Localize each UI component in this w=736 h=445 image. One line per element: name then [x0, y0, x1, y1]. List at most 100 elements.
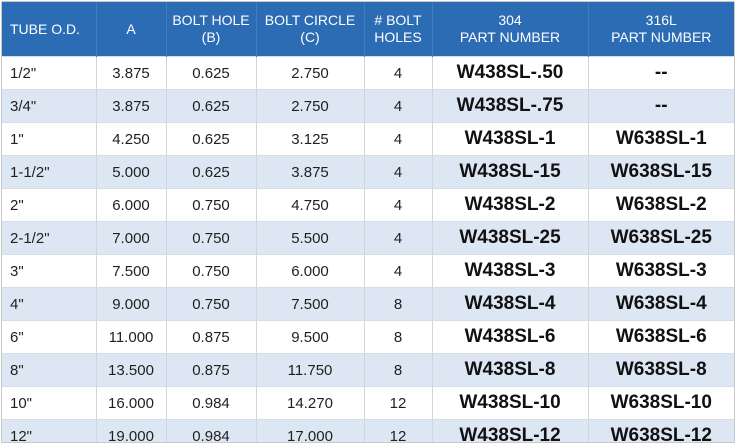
- table-row: 6" 11.000 0.875 9.500 8 W438SL-6 W638SL-6: [2, 320, 734, 354]
- cell-tube-od: 8": [2, 353, 97, 387]
- cell-tube-od: 12": [2, 419, 97, 442]
- cell-304-part-number: W438SL-.50: [432, 56, 589, 90]
- header-a: A: [96, 2, 167, 57]
- cell-bolt-circle: 9.500: [256, 320, 365, 354]
- table-body: 1/2" 3.875 0.625 2.750 4 W438SL-.50 -- 3/4" 3.87…: [2, 56, 734, 442]
- table-row: 1-1/2" 5.000 0.625 3.875 4 W438SL-15 W638SL-15: [2, 155, 734, 189]
- cell-bolt-hole: 0.984: [166, 386, 257, 420]
- cell-tube-od: 4": [2, 287, 97, 321]
- header-316l-line1: 316L: [645, 12, 677, 28]
- cell-a: 16.000: [96, 386, 167, 420]
- header-316l-part-number: 316L PART NUMBER: [588, 2, 734, 57]
- cell-304-part-number: W438SL-8: [432, 353, 589, 387]
- cell-bolt-circle: 17.000: [256, 419, 365, 442]
- cell-bolt-hole: 0.750: [166, 254, 257, 288]
- cell-316l-part-number: W638SL-25: [588, 221, 734, 255]
- header-a-line1: A: [126, 20, 136, 37]
- cell-bolt-hole: 0.875: [166, 353, 257, 387]
- cell-bolt-circle: 14.270: [256, 386, 365, 420]
- table-row: 3" 7.500 0.750 6.000 4 W438SL-3 W638SL-3: [2, 254, 734, 288]
- cell-bolt-holes: 4: [364, 56, 433, 90]
- cell-tube-od: 1/2": [2, 56, 97, 90]
- cell-bolt-circle: 11.750: [256, 353, 365, 387]
- cell-a: 9.000: [96, 287, 167, 321]
- cell-bolt-hole: 0.625: [166, 155, 257, 189]
- cell-tube-od: 10": [2, 386, 97, 420]
- cell-316l-part-number: W638SL-15: [588, 155, 734, 189]
- cell-a: 3.875: [96, 89, 167, 123]
- cell-bolt-circle: 5.500: [256, 221, 365, 255]
- cell-a: 6.000: [96, 188, 167, 222]
- cell-bolt-circle: 3.125: [256, 122, 365, 156]
- table-header: TUBE O.D. A BOLT HOLE (B) BOLT CIRCLE (C…: [2, 2, 734, 57]
- cell-a: 3.875: [96, 56, 167, 90]
- table-row: 10" 16.000 0.984 14.270 12 W438SL-10 W638SL-10: [2, 386, 734, 420]
- header-316l-line2: PART NUMBER: [611, 29, 712, 45]
- cell-a: 7.000: [96, 221, 167, 255]
- cell-bolt-holes: 4: [364, 254, 433, 288]
- cell-bolt-circle: 4.750: [256, 188, 365, 222]
- cell-316l-part-number: W638SL-12: [588, 419, 734, 442]
- table-row: 3/4" 3.875 0.625 2.750 4 W438SL-.75 --: [2, 89, 734, 123]
- cell-bolt-hole: 0.750: [166, 221, 257, 255]
- cell-bolt-circle: 6.000: [256, 254, 365, 288]
- header-bolt-hole: BOLT HOLE (B): [166, 2, 257, 57]
- cell-tube-od: 3/4": [2, 89, 97, 123]
- table-row: 8" 13.500 0.875 11.750 8 W438SL-8 W638SL-8: [2, 353, 734, 387]
- cell-tube-od: 3": [2, 254, 97, 288]
- cell-tube-od: 1-1/2": [2, 155, 97, 189]
- cell-304-part-number: W438SL-3: [432, 254, 589, 288]
- cell-bolt-holes: 8: [364, 287, 433, 321]
- flange-spec-table: TUBE O.D. A BOLT HOLE (B) BOLT CIRCLE (C…: [2, 2, 734, 442]
- cell-304-part-number: W438SL-15: [432, 155, 589, 189]
- cell-bolt-hole: 0.625: [166, 56, 257, 90]
- cell-bolt-holes: 4: [364, 221, 433, 255]
- header-bolt-circle: BOLT CIRCLE (C): [256, 2, 365, 57]
- cell-tube-od: 6": [2, 320, 97, 354]
- header-304-line1: 304: [498, 12, 522, 28]
- cell-a: 11.000: [96, 320, 167, 354]
- cell-bolt-holes: 4: [364, 155, 433, 189]
- cell-bolt-hole: 0.625: [166, 122, 257, 156]
- cell-316l-part-number: --: [588, 56, 734, 90]
- header-bolt-circle-line1: BOLT CIRCLE: [264, 12, 356, 28]
- cell-tube-od: 2": [2, 188, 97, 222]
- flange-spec-table-container: TUBE O.D. A BOLT HOLE (B) BOLT CIRCLE (C…: [1, 1, 735, 443]
- cell-a: 13.500: [96, 353, 167, 387]
- cell-316l-part-number: W638SL-8: [588, 353, 734, 387]
- cell-bolt-holes: 12: [364, 386, 433, 420]
- cell-bolt-hole: 0.625: [166, 89, 257, 123]
- table-row: 2" 6.000 0.750 4.750 4 W438SL-2 W638SL-2: [2, 188, 734, 222]
- cell-304-part-number: W438SL-25: [432, 221, 589, 255]
- header-row: TUBE O.D. A BOLT HOLE (B) BOLT CIRCLE (C…: [2, 2, 734, 57]
- header-bolt-hole-line2: (B): [201, 29, 221, 45]
- cell-304-part-number: W438SL-10: [432, 386, 589, 420]
- table-row: 12" 19.000 0.984 17.000 12 W438SL-12 W638SL-12: [2, 419, 734, 442]
- header-bolt-hole-line1: BOLT HOLE: [172, 12, 250, 28]
- header-bolt-circle-line2: (C): [300, 29, 320, 45]
- cell-304-part-number: W438SL-.75: [432, 89, 589, 123]
- cell-316l-part-number: W638SL-3: [588, 254, 734, 288]
- table-row: 1/2" 3.875 0.625 2.750 4 W438SL-.50 --: [2, 56, 734, 90]
- cell-316l-part-number: W638SL-6: [588, 320, 734, 354]
- header-bolt-holes-line1: # BOLT: [374, 12, 422, 28]
- cell-bolt-circle: 3.875: [256, 155, 365, 189]
- cell-304-part-number: W438SL-6: [432, 320, 589, 354]
- cell-316l-part-number: --: [588, 89, 734, 123]
- cell-bolt-circle: 2.750: [256, 56, 365, 90]
- cell-bolt-hole: 0.750: [166, 188, 257, 222]
- cell-bolt-holes: 4: [364, 122, 433, 156]
- cell-tube-od: 2-1/2": [2, 221, 97, 255]
- cell-304-part-number: W438SL-12: [432, 419, 589, 442]
- cell-bolt-holes: 8: [364, 353, 433, 387]
- cell-304-part-number: W438SL-1: [432, 122, 589, 156]
- cell-bolt-circle: 7.500: [256, 287, 365, 321]
- cell-316l-part-number: W638SL-1: [588, 122, 734, 156]
- cell-tube-od: 1": [2, 122, 97, 156]
- cell-bolt-holes: 4: [364, 188, 433, 222]
- cell-a: 7.500: [96, 254, 167, 288]
- cell-316l-part-number: W638SL-4: [588, 287, 734, 321]
- header-bolt-holes-line2: HOLES: [374, 29, 422, 45]
- header-304-part-number: 304 PART NUMBER: [432, 2, 589, 57]
- cell-bolt-hole: 0.875: [166, 320, 257, 354]
